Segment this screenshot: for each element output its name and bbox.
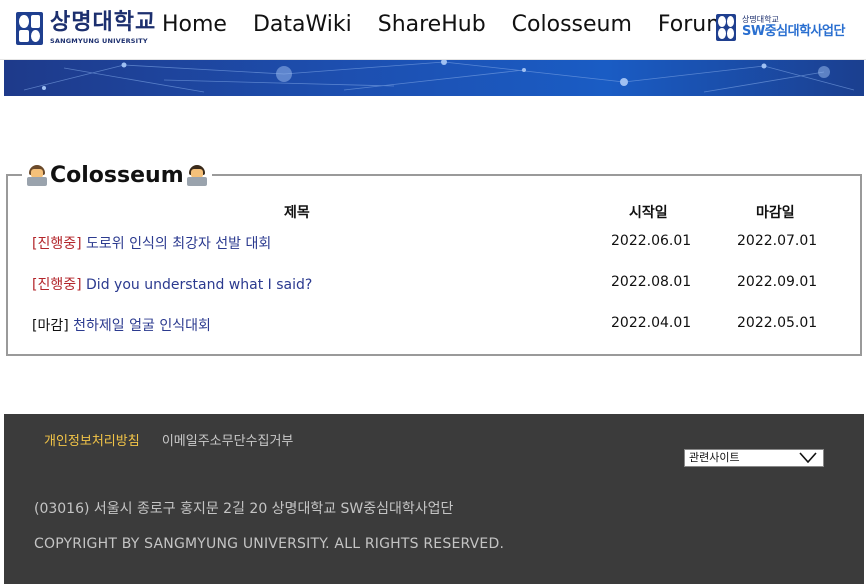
column-header-title: 제목 <box>284 205 310 221</box>
board-legend: Colosseum <box>22 162 212 188</box>
sw-center-logo[interactable]: 상명대학교 SW중심대학사업단 <box>716 14 845 41</box>
site-footer: 개인정보처리방침 이메일주소무단수집거부 관련사이트 (03016) 서울시 종… <box>4 414 864 584</box>
table-row: [진행중] Did you understand what I said? 20… <box>8 274 860 294</box>
sw-seal-icon <box>716 14 736 41</box>
end-date: 2022.07.01 <box>737 233 818 249</box>
chevron-down-icon <box>799 452 817 463</box>
nav-sharehub[interactable]: ShareHub <box>378 12 486 37</box>
column-header-start: 시작일 <box>629 205 668 221</box>
status-badge: [마감] <box>32 318 69 334</box>
email-refusal-link[interactable]: 이메일주소무단수집거부 <box>162 434 294 449</box>
footer-copyright: COPYRIGHT BY SANGMYUNG UNIVERSITY. ALL R… <box>34 536 505 552</box>
logo-korean-name: 상명대학교 <box>50 10 157 35</box>
contest-title: Did you understand what I said? <box>86 277 313 293</box>
start-date: 2022.04.01 <box>611 315 692 331</box>
sw-logo-name: SW중심대학사업단 <box>742 24 845 39</box>
start-date: 2022.06.01 <box>611 233 692 249</box>
related-sites-label: 관련사이트 <box>689 451 740 464</box>
contest-link[interactable]: [진행중] Did you understand what I said? <box>32 274 312 294</box>
related-sites-select[interactable]: 관련사이트 <box>684 449 824 467</box>
university-logo[interactable]: 상명대학교 SANGMYUNG UNIVERSITY <box>16 12 156 45</box>
status-badge: [진행중] <box>32 236 82 252</box>
main-nav: Home DataWiki ShareHub Colosseum Forum <box>162 12 754 37</box>
contest-link[interactable]: [진행중] 도로위 인식의 최강자 선발 대회 <box>32 233 271 253</box>
sw-logo-university: 상명대학교 <box>742 15 779 24</box>
contest-title: 도로위 인식의 최강자 선발 대회 <box>86 236 272 252</box>
nav-datawiki[interactable]: DataWiki <box>253 12 352 37</box>
privacy-policy-link[interactable]: 개인정보처리방침 <box>44 434 140 449</box>
technologist-icon <box>26 164 48 186</box>
start-date: 2022.08.01 <box>611 274 692 290</box>
nav-home[interactable]: Home <box>162 12 227 37</box>
table-row: [진행중] 도로위 인식의 최강자 선발 대회 2022.06.01 2022.… <box>8 233 860 253</box>
column-header-end: 마감일 <box>756 205 795 221</box>
contest-link[interactable]: [마감] 천하제일 얼굴 인식대회 <box>32 315 211 335</box>
board-title: Colosseum <box>50 162 184 188</box>
logo-english-name: SANGMYUNG UNIVERSITY <box>50 37 148 45</box>
end-date: 2022.09.01 <box>737 274 818 290</box>
network-pattern-graphic <box>23 60 855 93</box>
hero-banner <box>4 60 864 96</box>
table-row: [마감] 천하제일 얼굴 인식대회 2022.04.01 2022.05.01 <box>8 315 860 335</box>
nav-colosseum[interactable]: Colosseum <box>512 12 632 37</box>
technologist-icon <box>186 164 208 186</box>
footer-links: 개인정보처리방침 이메일주소무단수집거부 <box>44 430 293 449</box>
colosseum-board: Colosseum 제목 시작일 마감일 [진행중] 도로위 인식의 최강자 선… <box>6 162 862 356</box>
university-seal-icon <box>16 12 43 45</box>
end-date: 2022.05.01 <box>737 315 818 331</box>
status-badge: [진행중] <box>32 277 82 293</box>
contest-title: 천하제일 얼굴 인식대회 <box>73 318 211 334</box>
site-header: 상명대학교 SANGMYUNG UNIVERSITY Home DataWiki… <box>0 0 866 60</box>
footer-address: (03016) 서울시 종로구 홍지문 2길 20 상명대학교 SW중심대학사업… <box>34 501 454 517</box>
